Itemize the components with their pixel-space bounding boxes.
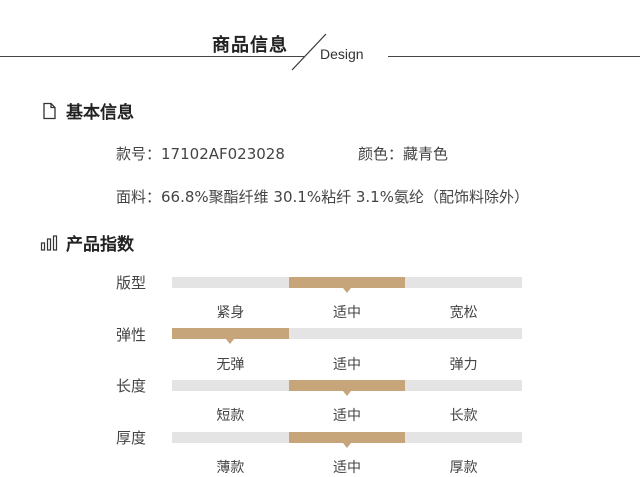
index-option: 薄款	[216, 460, 245, 476]
pointer-triangle-icon	[342, 288, 351, 293]
pointer-triangle-icon	[226, 339, 235, 344]
index-track-elasticity	[172, 328, 522, 344]
pointer-triangle-icon	[342, 391, 351, 396]
header-line-right	[388, 56, 640, 57]
index-option: 适中	[333, 305, 361, 321]
index-option: 厚款	[449, 460, 478, 476]
section-heading-index: 产品指数	[66, 235, 134, 255]
color-label: 颜色：	[358, 145, 404, 163]
fabric-label: 面料：	[116, 188, 162, 206]
style-number-row: 款号：17102AF023028	[116, 143, 285, 164]
index-option: 短款	[216, 408, 245, 424]
index-marker-length	[288, 380, 406, 396]
section-product-index: 产品指数	[40, 230, 134, 255]
index-option: 适中	[333, 460, 361, 476]
style-number-value: 17102AF023028	[161, 145, 285, 163]
section-basic-info: 基本信息	[40, 98, 134, 123]
index-options-length: 短款 适中 长款	[172, 405, 522, 425]
index-options-thickness: 薄款 适中 厚款	[172, 457, 522, 477]
index-option: 适中	[333, 357, 361, 373]
fabric-value: 66.8%聚酯纤维 30.1%粘纤 3.1%氨纶（配饰料除外）	[161, 188, 529, 206]
index-label-fit: 版型	[116, 274, 147, 292]
fabric-row: 面料：66.8%聚酯纤维 30.1%粘纤 3.1%氨纶（配饰料除外）	[116, 186, 529, 207]
index-option: 长款	[449, 408, 478, 424]
index-marker-elasticity	[172, 328, 289, 344]
index-track-thickness	[172, 432, 522, 448]
index-options-fit: 紧身 适中 宽松	[172, 302, 522, 322]
index-option: 弹力	[449, 357, 478, 373]
page-subtitle: Design	[320, 46, 364, 62]
index-label-elasticity: 弹性	[116, 326, 147, 344]
index-option: 宽松	[449, 305, 478, 321]
pointer-triangle-icon	[342, 443, 351, 448]
style-number-label: 款号：	[116, 145, 162, 163]
bar-chart-icon	[40, 234, 58, 251]
index-option: 无弹	[216, 357, 245, 373]
section-heading-basic: 基本信息	[66, 103, 134, 123]
index-label-length: 长度	[116, 377, 147, 395]
index-option: 紧身	[216, 305, 245, 321]
index-label-thickness: 厚度	[116, 429, 147, 447]
page-title: 商品信息	[212, 35, 288, 56]
index-marker-fit	[288, 277, 406, 293]
index-options-elasticity: 无弹 适中 弹力	[172, 354, 522, 374]
document-icon	[43, 102, 56, 119]
color-value: 藏青色	[403, 145, 449, 163]
index-option: 适中	[333, 408, 361, 424]
index-marker-thickness	[288, 432, 406, 448]
color-row: 颜色：藏青色	[358, 143, 448, 164]
index-track-fit	[172, 277, 522, 293]
index-track-length	[172, 380, 522, 396]
